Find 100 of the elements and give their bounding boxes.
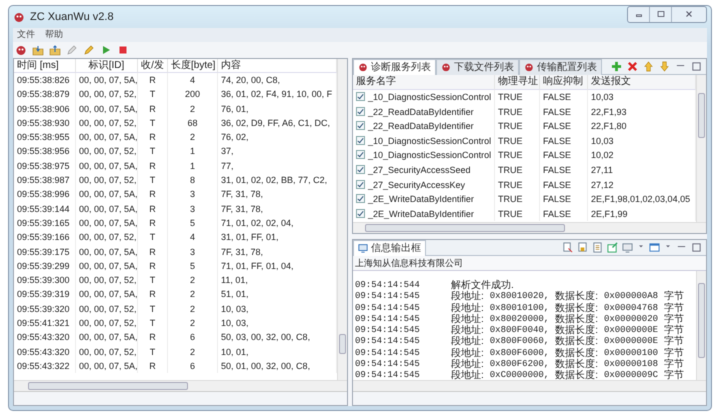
checkbox[interactable]	[356, 194, 365, 204]
window-icon[interactable]	[649, 242, 660, 253]
table-cell: 09:55:39:319	[14, 287, 76, 302]
menu-item[interactable]: 帮助	[45, 28, 63, 42]
arrow-up-icon[interactable]	[643, 61, 654, 72]
column-header[interactable]: 时间 [ms]	[14, 59, 76, 73]
table-cell: R	[138, 130, 168, 144]
service-name: _2E_WriteDataByIdentifier	[368, 208, 474, 219]
scrollbar[interactable]	[696, 271, 706, 380]
checkbox[interactable]	[356, 121, 365, 130]
table-cell: 09:55:38:975	[14, 158, 76, 174]
pencil-icon[interactable]	[83, 44, 95, 56]
table-cell: 2	[168, 130, 218, 144]
service-name: _27_SecurityAccessSeed	[368, 164, 471, 175]
window-controls[interactable]	[627, 6, 707, 22]
table-cell: 09:55:39:144	[14, 202, 76, 216]
table-cell: 09:55:39:165	[14, 216, 76, 230]
table-cell: 09:55:38:987	[14, 173, 76, 188]
arrow-down-icon[interactable]	[659, 61, 670, 72]
maximize-icon	[656, 9, 666, 19]
table-cell: FALSE	[540, 90, 588, 105]
log-text: 0x0000009C	[604, 370, 658, 382]
table-cell: FALSE	[540, 192, 588, 207]
menu-item[interactable]: 文件	[17, 28, 35, 42]
lock-icon[interactable]	[577, 242, 588, 253]
scrollbar[interactable]	[353, 222, 706, 233]
checkbox[interactable]	[356, 150, 365, 160]
tab[interactable]: 传输配置列表	[519, 58, 602, 74]
table-cell: R	[138, 158, 168, 174]
checkbox[interactable]	[356, 106, 365, 116]
column-header[interactable]: 长度[byte]	[168, 59, 218, 73]
bug-icon[interactable]	[15, 44, 27, 56]
checkbox[interactable]	[356, 180, 365, 189]
log-text: 字节	[664, 348, 684, 359]
checkbox[interactable]	[356, 92, 365, 101]
checkbox[interactable]	[356, 136, 365, 145]
tab[interactable]: 信息输出框	[353, 240, 426, 256]
export-icon[interactable]	[49, 44, 61, 56]
table-cell: 200	[168, 87, 218, 102]
log-time: 09:54:14:544	[355, 280, 421, 292]
table-cell: 1	[168, 144, 218, 159]
table-cell: 09:55:39:300	[14, 273, 76, 288]
table-cell: 5	[168, 216, 218, 230]
log-text: 0x00000100	[604, 348, 658, 360]
log-text: 0xC0000000,	[490, 370, 550, 382]
company-name: 上海知从信息科技有限公司	[353, 256, 706, 271]
column-header[interactable]: 发送报文	[588, 75, 696, 90]
table-cell: 09:55:38:955	[14, 130, 76, 144]
pencil-icon[interactable]	[66, 44, 78, 56]
column-header[interactable]: 响应抑制	[540, 75, 588, 90]
scrollbar[interactable]	[696, 75, 706, 222]
clear-icon[interactable]	[562, 242, 573, 253]
table-cell: R	[138, 187, 168, 202]
log-text: 数据长度:	[555, 336, 598, 348]
document-icon[interactable]	[592, 242, 603, 253]
table-cell: TRUE	[495, 119, 540, 134]
add-icon[interactable]	[611, 61, 622, 72]
log-text: 0x00000108	[604, 359, 658, 370]
column-header[interactable]: 物理寻址	[495, 75, 540, 90]
folder-icon[interactable]	[32, 44, 44, 56]
delete-icon[interactable]	[627, 61, 638, 72]
log-time: 09:54:14:545	[355, 359, 421, 370]
tab-label[interactable]: 信息输出框	[371, 240, 421, 256]
log-text: 字节	[664, 370, 684, 382]
tab-label[interactable]: 诊断服务列表	[371, 60, 431, 74]
table-cell: FALSE	[540, 134, 588, 148]
tab-label[interactable]: 下载文件列表	[454, 60, 514, 74]
column-header[interactable]: 收/发	[138, 59, 168, 73]
table-cell: FALSE	[540, 206, 588, 222]
scrollbar[interactable]	[353, 380, 706, 391]
table-cell: T	[138, 87, 168, 102]
window-title: ZC XuanWu v2.8	[30, 10, 114, 25]
column-header[interactable]: 内容	[218, 59, 337, 73]
table-cell: 09:55:43:320	[14, 330, 76, 345]
scrollbar[interactable]	[14, 380, 347, 391]
log-time: 09:54:14:545	[355, 314, 421, 326]
bug-icon	[441, 62, 451, 72]
service-name: _22_ReadDataByIdentifier	[368, 121, 474, 132]
log-text: 字节	[664, 325, 684, 336]
log-text: 段地址:	[451, 370, 484, 382]
play-icon[interactable]	[100, 44, 112, 56]
tab[interactable]: 下载文件列表	[436, 58, 519, 74]
log-text: 数据长度:	[555, 314, 598, 325]
table-cell: 00, 00, 07, 5A,	[76, 330, 138, 345]
table-cell: R	[138, 244, 168, 259]
table-cell: 00, 00, 07, 5A,	[76, 258, 138, 274]
maximize-icon[interactable]	[691, 61, 702, 72]
column-header[interactable]: 标识[ID]	[76, 59, 138, 73]
stop-icon[interactable]	[117, 44, 129, 56]
column-header[interactable]: 服务名字	[353, 75, 495, 90]
checkbox[interactable]	[356, 208, 365, 218]
log-text: 0x80010100,	[490, 302, 550, 314]
monitor-icon[interactable]	[622, 242, 633, 253]
table-cell: 00, 00, 07, 5A,	[76, 158, 138, 174]
tab[interactable]: 诊断服务列表	[353, 58, 436, 74]
checkbox[interactable]	[356, 164, 365, 174]
table-cell: T	[138, 230, 168, 245]
scrollbar[interactable]	[337, 59, 347, 380]
maximize-icon[interactable]	[691, 242, 702, 253]
tab-label[interactable]: 传输配置列表	[537, 60, 597, 74]
